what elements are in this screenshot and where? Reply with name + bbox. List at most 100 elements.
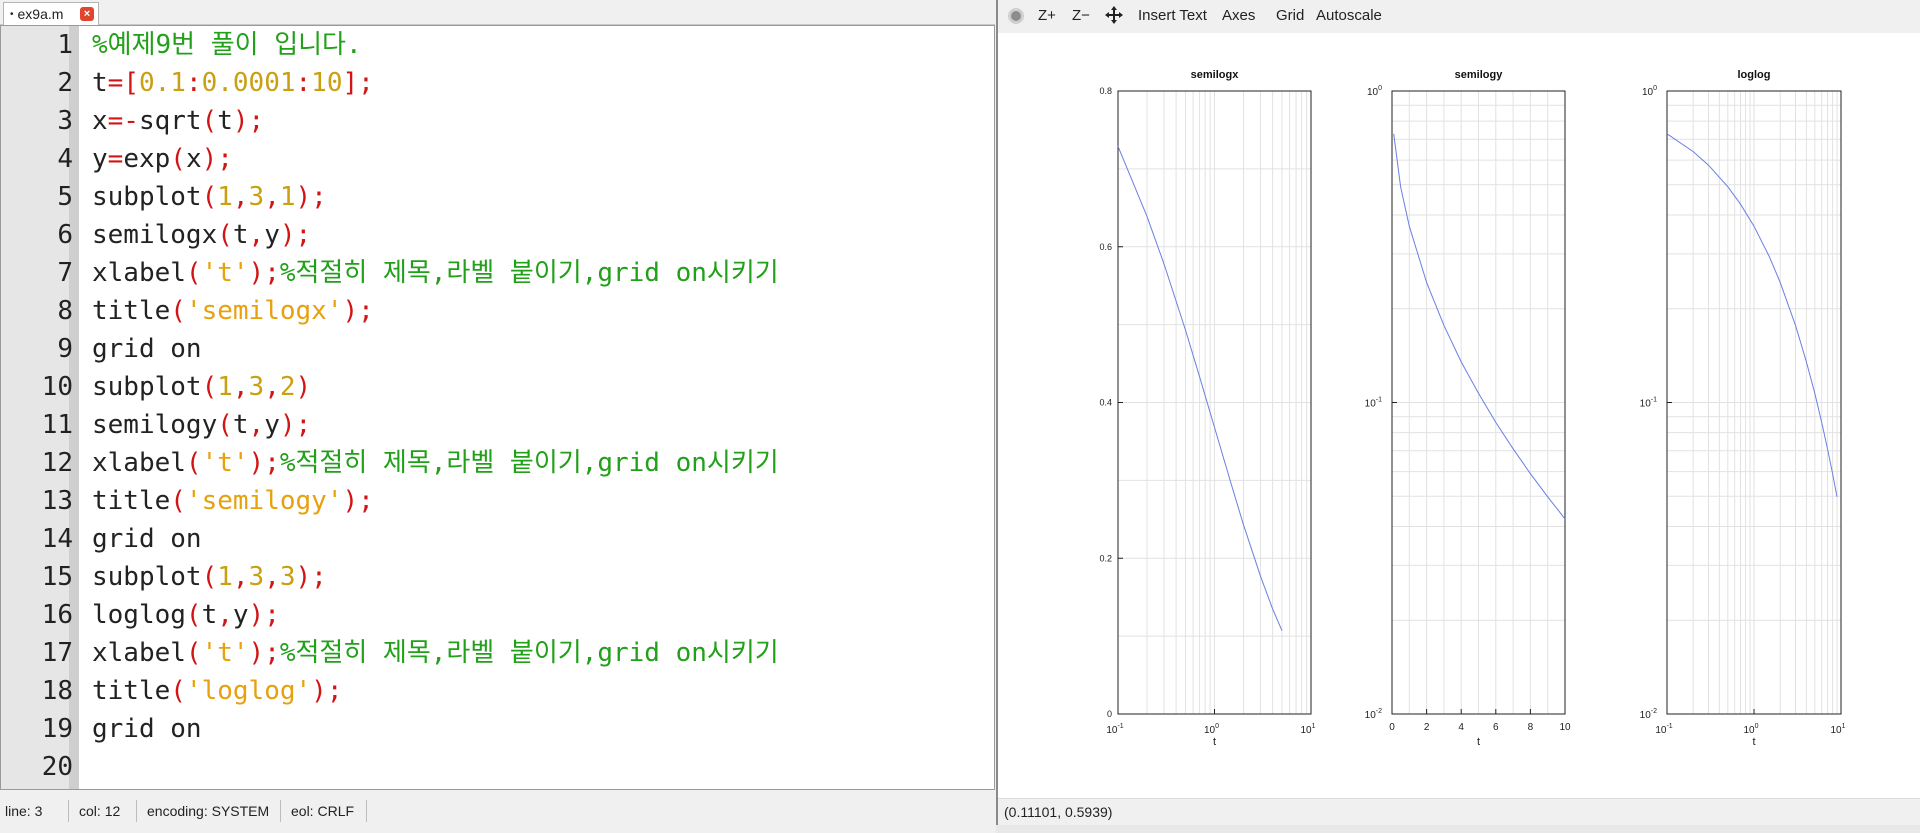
gear-icon[interactable] [1008, 8, 1024, 24]
code-token: : [185, 68, 202, 98]
status-eol: eol: CRLF [291, 803, 354, 819]
status-encoding-value: SYSTEM [211, 803, 270, 819]
code-text: loglog(t,y); [92, 596, 280, 634]
grid-button[interactable]: Grid [1276, 7, 1304, 24]
code-token: ); [232, 106, 265, 136]
code-token: x [92, 106, 108, 136]
figure-canvas[interactable]: semilogx10-1 100 10100.20.40.60.8tsemilogy… [998, 33, 1920, 798]
x-tick-label: 4 [1458, 722, 1464, 733]
code-line[interactable]: 19 grid on [1, 710, 994, 748]
status-encoding: encoding: SYSTEM [147, 803, 269, 819]
code-line[interactable]: 1 %예제9번 풀이 입니다. [1, 26, 994, 64]
x-tick-label: 0 [1389, 722, 1395, 733]
x-tick-label: 100 [1743, 723, 1758, 736]
code-editor[interactable]: 1 %예제9번 풀이 입니다. 2 t=[0.1:0.0001:10]; 3 x=-sqr… [0, 25, 995, 790]
code-token: ( [217, 410, 233, 440]
y-tick-label: 0.4 [1099, 398, 1112, 408]
figure-window: Z+ Z− Insert Text Axes Grid Autoscale se… [996, 0, 1920, 825]
subplot-title: semilogx [1191, 69, 1240, 81]
series-line [1393, 133, 1566, 520]
zoom-in-button[interactable]: Z+ [1038, 7, 1056, 24]
code-line[interactable]: 18 title('loglog'); [1, 672, 994, 710]
code-token: 't' [201, 258, 249, 288]
code-line[interactable]: 10 subplot(1,3,2) [1, 368, 994, 406]
insert-text-button[interactable]: Insert Text [1138, 7, 1207, 24]
status-separator [280, 800, 281, 822]
line-number: 9 [57, 334, 73, 364]
code-line[interactable]: 4 y=exp(x); [1, 140, 994, 178]
editor-tab-bar: • ex9a.m × [0, 0, 995, 25]
x-axis-label: t [1752, 736, 1755, 748]
code-token: ); [311, 676, 343, 706]
code-line[interactable]: 8 title('semilogx'); [1, 292, 994, 330]
code-line[interactable]: 13 title('semilogy'); [1, 482, 994, 520]
code-line[interactable]: 2 t=[0.1:0.0001:10]; [1, 64, 994, 102]
status-separator [68, 800, 69, 822]
x-tick-label: 2 [1424, 722, 1430, 733]
code-token: exp [123, 144, 171, 174]
line-number: 5 [57, 182, 73, 212]
code-line[interactable]: 6 semilogx(t,y); [1, 216, 994, 254]
line-number: 6 [57, 220, 73, 250]
code-token: , [232, 562, 249, 592]
code-token: 3 [279, 562, 296, 592]
line-number: 4 [57, 144, 73, 174]
code-line[interactable]: 11 semilogy(t,y); [1, 406, 994, 444]
code-line[interactable]: 20 [1, 748, 994, 786]
x-tick-label: 101 [1300, 723, 1315, 736]
axes-button[interactable]: Axes [1222, 7, 1255, 24]
code-line[interactable]: 16 loglog(t,y); [1, 596, 994, 634]
code-token: ]; [342, 68, 374, 98]
code-token: %적절히 제목,라벨 붙이기,grid on시키기 [279, 638, 779, 668]
tick-exponent: -1 [1117, 723, 1123, 730]
code-token: y [92, 144, 108, 174]
code-line[interactable]: 7 xlabel('t');%적절히 제목,라벨 붙이기,grid on시키기 [1, 254, 994, 292]
code-token: ); [295, 182, 327, 212]
tick-exponent: 0 [1378, 85, 1382, 92]
code-line[interactable]: 3 x=-sqrt(t); [1, 102, 994, 140]
close-icon[interactable]: × [80, 7, 94, 21]
code-token: y [264, 220, 280, 250]
code-token: 1 [217, 182, 233, 212]
code-token: %예제9번 풀이 입니다. [92, 30, 362, 60]
code-token: ); [248, 448, 280, 478]
code-token: 3 [248, 562, 265, 592]
code-token: ); [248, 600, 280, 630]
tick-base: 10 [1743, 725, 1755, 736]
tab-ex9a[interactable]: • ex9a.m × [3, 2, 99, 25]
code-token: ); [201, 144, 233, 174]
y-tick-label: 0.6 [1099, 242, 1112, 252]
tick-exponent: -1 [1666, 723, 1672, 730]
x-tick-label: 10 [1559, 722, 1571, 733]
line-number: 15 [41, 562, 73, 592]
code-text: title('loglog'); [92, 672, 342, 710]
code-line[interactable]: 14 grid on [1, 520, 994, 558]
line-number: 20 [41, 752, 73, 782]
code-line[interactable]: 9 grid on [1, 330, 994, 368]
tab-label: ex9a.m [17, 6, 64, 22]
code-token: title [92, 486, 171, 516]
pan-icon[interactable] [1104, 3, 1124, 31]
code-line[interactable]: 12 xlabel('t');%적절히 제목,라벨 붙이기,grid on시키기 [1, 444, 994, 482]
tick-exponent: 0 [1755, 723, 1759, 730]
code-token: 3 [248, 182, 265, 212]
code-token: [ [123, 68, 139, 98]
code-token: =- [107, 106, 139, 136]
y-tick-label: 100 [1367, 85, 1382, 98]
status-separator [366, 800, 367, 822]
status-col: col: 12 [79, 803, 120, 819]
code-token: 1 [217, 562, 233, 592]
y-tick-label: 100 [1642, 85, 1657, 98]
line-number: 14 [41, 524, 73, 554]
code-text: xlabel('t');%적절히 제목,라벨 붙이기,grid on시키기 [92, 444, 779, 482]
tick-exponent: -2 [1651, 708, 1657, 715]
code-line[interactable]: 15 subplot(1,3,3); [1, 558, 994, 596]
zoom-out-button[interactable]: Z− [1072, 7, 1090, 24]
x-tick-label: 100 [1204, 723, 1219, 736]
status-col-label: col: [79, 803, 101, 819]
code-line[interactable]: 5 subplot(1,3,1); [1, 178, 994, 216]
code-token: 2 [279, 372, 296, 402]
autoscale-button[interactable]: Autoscale [1316, 7, 1382, 24]
code-line[interactable]: 17 xlabel('t');%적절히 제목,라벨 붙이기,grid on시키기 [1, 634, 994, 672]
code-token: t [92, 68, 108, 98]
